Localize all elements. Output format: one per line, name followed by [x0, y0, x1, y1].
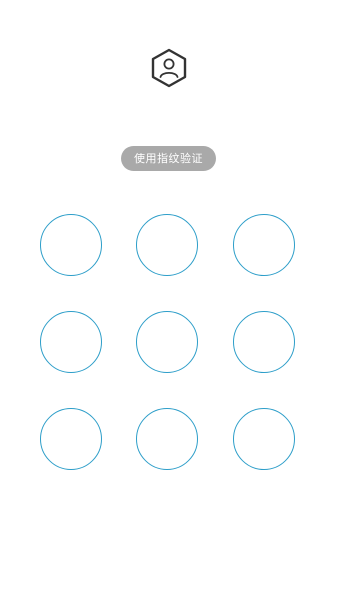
pattern-dot-4[interactable] [40, 311, 102, 373]
pattern-dot-2[interactable] [136, 214, 198, 276]
pattern-dot-3[interactable] [233, 214, 295, 276]
pattern-dot-7[interactable] [40, 408, 102, 470]
pattern-dot-9[interactable] [233, 408, 295, 470]
user-hexagon-icon-graphic [151, 48, 187, 88]
pattern-lock-grid [40, 214, 298, 474]
fingerprint-verify-button[interactable]: 使用指纹验证 [121, 146, 216, 171]
pattern-dot-1[interactable] [40, 214, 102, 276]
user-hexagon-icon [150, 48, 188, 88]
pattern-dot-6[interactable] [233, 311, 295, 373]
pattern-dot-5[interactable] [136, 311, 198, 373]
pattern-dot-8[interactable] [136, 408, 198, 470]
